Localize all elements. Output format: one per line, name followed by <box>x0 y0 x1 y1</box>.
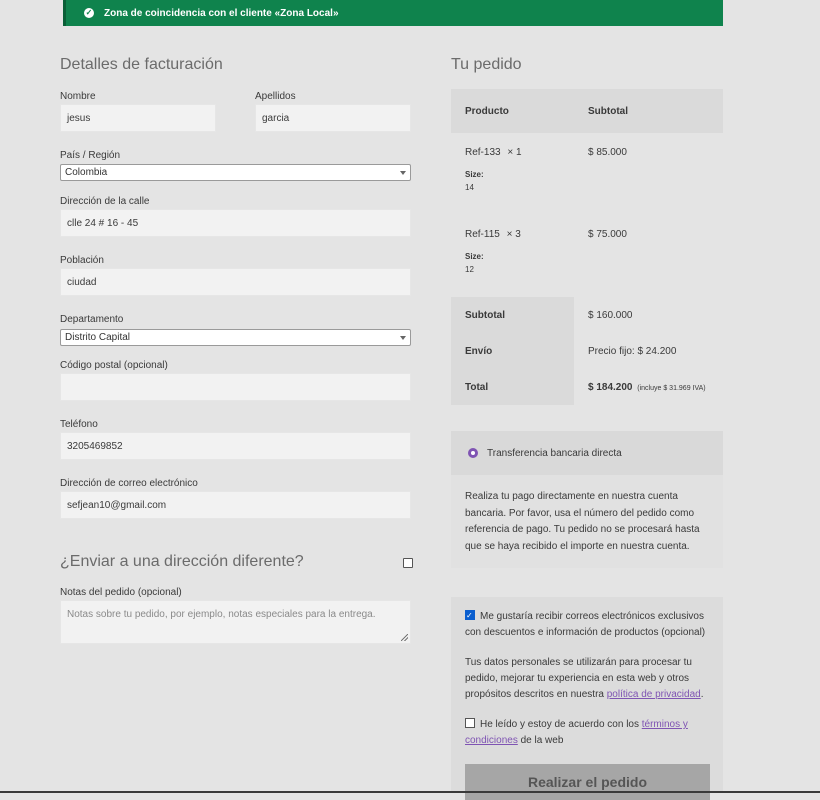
payment-method-option[interactable]: Transferencia bancaria directa <box>451 431 723 475</box>
last-name-label: Apellidos <box>255 91 296 102</box>
postcode-label: Código postal (opcional) <box>60 360 168 371</box>
subtotal-label: Subtotal <box>451 297 574 333</box>
radio-selected-icon[interactable] <box>468 448 478 458</box>
terms-checkbox[interactable] <box>465 718 475 728</box>
email-field[interactable]: sefjean10@gmail.com <box>60 491 411 519</box>
newsletter-checkbox[interactable] <box>465 608 475 624</box>
total-label: Total <box>451 369 574 405</box>
product-qty: × 1 <box>507 147 522 158</box>
place-order-box: Me gustaría recibir correos electrónicos… <box>451 597 723 800</box>
store-notice: ✓ Zona de coincidencia con el cliente «Z… <box>63 0 723 26</box>
state-value: Distrito Capital <box>65 332 131 343</box>
order-notes-textarea[interactable]: Notas sobre tu pedido, por ejemplo, nota… <box>60 600 411 644</box>
subtotal-row: Subtotal $ 160.000 <box>451 297 723 333</box>
payment-method-label: Transferencia bancaria directa <box>487 447 622 459</box>
billing-title: Detalles de facturación <box>60 56 223 73</box>
product-meta-key: Size: <box>465 170 484 179</box>
check-circle-icon: ✓ <box>84 8 94 18</box>
country-value: Colombia <box>65 167 108 178</box>
country-label: País / Región <box>60 150 121 161</box>
col-subtotal-header: Subtotal <box>574 89 723 133</box>
place-order-button[interactable]: Realizar el pedido <box>465 764 710 800</box>
product-meta-value: 12 <box>465 265 474 274</box>
shipping-value: Precio fijo: $ 24.200 <box>574 333 723 369</box>
total-value: $ 184.200 <box>588 381 633 393</box>
total-row: Total $ 184.200 (incluye $ 31.969 IVA) <box>451 369 723 405</box>
terms-suffix: de la web <box>520 735 564 746</box>
col-product-header: Producto <box>451 89 574 133</box>
chevron-down-icon <box>400 336 406 340</box>
order-title: Tu pedido <box>451 56 522 73</box>
product-meta-key: Size: <box>465 252 484 261</box>
first-name-label: Nombre <box>60 91 96 102</box>
shipping-label: Envío <box>451 333 574 369</box>
order-review-table: Producto Subtotal Ref-133 × 1 Size: 14 $… <box>451 89 723 405</box>
payment-box: Transferencia bancaria directa Realiza t… <box>451 431 723 568</box>
table-row: Ref-133 × 1 Size: 14 $ 85.000 <box>451 133 723 215</box>
phone-field[interactable]: 3205469852 <box>60 432 411 460</box>
privacy-notice: Tus datos personales se utilizarán para … <box>465 657 704 700</box>
product-price: $ 75.000 <box>574 215 723 297</box>
privacy-policy-link[interactable]: política de privacidad <box>607 689 701 700</box>
shipping-row: Envío Precio fijo: $ 24.200 <box>451 333 723 369</box>
product-name: Ref-133 <box>465 147 501 158</box>
state-label: Departamento <box>60 314 124 325</box>
ship-different-checkbox[interactable] <box>403 558 413 568</box>
resize-handle-icon[interactable] <box>401 634 408 641</box>
total-cell: $ 184.200 (incluye $ 31.969 IVA) <box>574 369 723 405</box>
last-name-field[interactable]: garcia <box>255 104 411 132</box>
product-qty: × 3 <box>506 229 521 240</box>
order-table-header: Producto Subtotal <box>451 89 723 133</box>
phone-label: Teléfono <box>60 419 98 430</box>
street-label: Dirección de la calle <box>60 196 150 207</box>
email-label: Dirección de correo electrónico <box>60 478 198 489</box>
order-notes-placeholder: Notas sobre tu pedido, por ejemplo, nota… <box>67 609 376 620</box>
street-field[interactable]: clle 24 # 16 - 45 <box>60 209 411 237</box>
first-name-field[interactable]: jesus <box>60 104 216 132</box>
product-cell: Ref-133 × 1 Size: 14 <box>451 133 574 215</box>
order-notes-label: Notas del pedido (opcional) <box>60 587 182 598</box>
newsletter-label: Me gustaría recibir correos electrónicos… <box>465 611 706 638</box>
table-row: Ref-115 × 3 Size: 12 $ 75.000 <box>451 215 723 297</box>
product-name: Ref-115 <box>465 229 500 240</box>
product-meta-value: 14 <box>465 183 474 192</box>
chevron-down-icon <box>400 171 406 175</box>
subtotal-value: $ 160.000 <box>574 297 723 333</box>
city-field[interactable]: ciudad <box>60 268 411 296</box>
product-price: $ 85.000 <box>574 133 723 215</box>
postcode-field[interactable] <box>60 373 411 401</box>
city-label: Población <box>60 255 104 266</box>
country-select[interactable]: Colombia <box>60 164 411 181</box>
ship-different-title: ¿Enviar a una dirección diferente? <box>60 553 304 570</box>
payment-description: Realiza tu pago directamente en nuestra … <box>465 491 700 552</box>
total-tax: (incluye $ 31.969 IVA) <box>637 384 706 392</box>
terms-text: He leído y estoy de acuerdo con los <box>480 719 639 730</box>
terms-option[interactable]: He leído y estoy de acuerdo con los térm… <box>465 717 709 749</box>
newsletter-option[interactable]: Me gustaría recibir correos electrónicos… <box>465 608 709 641</box>
state-select[interactable]: Distrito Capital <box>60 329 411 346</box>
notice-text: Zona de coincidencia con el cliente «Zon… <box>104 7 339 19</box>
product-cell: Ref-115 × 3 Size: 12 <box>451 215 574 297</box>
